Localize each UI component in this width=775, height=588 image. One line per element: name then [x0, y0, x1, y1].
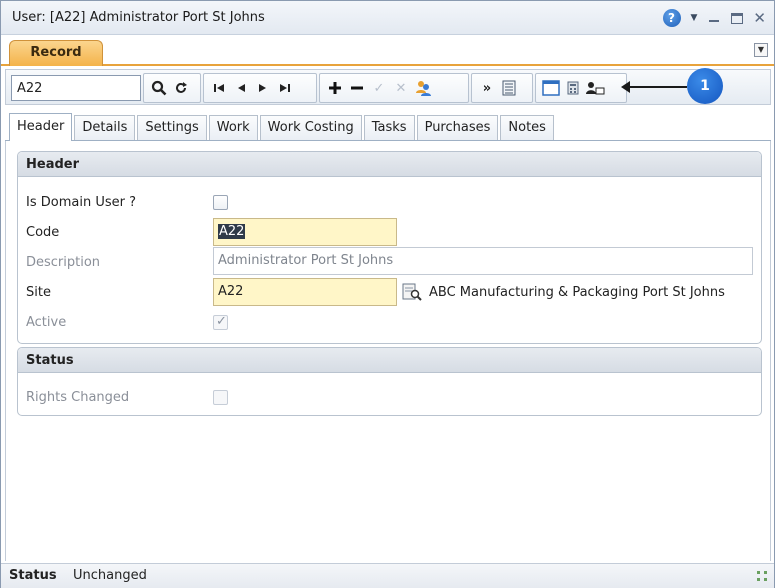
- add-icon[interactable]: [324, 76, 346, 100]
- active-check-icon: ✓: [216, 314, 227, 329]
- rights-changed-label: Rights Changed: [26, 390, 130, 405]
- tab-settings[interactable]: Settings: [137, 115, 207, 141]
- callout-badge: 1: [687, 68, 723, 104]
- rights-changed-checkbox[interactable]: [213, 390, 228, 405]
- tab-content: Header Is Domain User ? Code A22 Descrip…: [5, 141, 771, 561]
- last-record-icon[interactable]: [274, 76, 296, 100]
- site-description: ABC Manufacturing & Packaging Port St Jo…: [429, 285, 725, 300]
- is-domain-user-checkbox[interactable]: [213, 195, 228, 210]
- more-group: »: [471, 73, 533, 103]
- site-lookup-icon[interactable]: [402, 282, 422, 302]
- calculator-icon[interactable]: [562, 76, 584, 100]
- site-field[interactable]: A22: [213, 278, 397, 306]
- site-label: Site: [26, 285, 51, 300]
- cancel-icon[interactable]: ✕: [390, 76, 412, 100]
- status-bar-value: Unchanged: [73, 568, 147, 583]
- tab-purchases[interactable]: Purchases: [416, 115, 499, 141]
- record-code-input[interactable]: [11, 75, 141, 101]
- active-checkbox[interactable]: ✓: [213, 314, 228, 330]
- previous-record-icon[interactable]: [230, 76, 252, 100]
- code-value: A22: [218, 224, 246, 239]
- tab-details[interactable]: Details: [74, 115, 136, 141]
- more-icon[interactable]: »: [476, 76, 498, 100]
- record-tab[interactable]: Record: [9, 40, 103, 66]
- minimize-icon[interactable]: [707, 11, 721, 25]
- search-group: [143, 73, 201, 103]
- next-record-icon[interactable]: [252, 76, 274, 100]
- maximize-icon[interactable]: [731, 12, 744, 24]
- header-section-title: Header: [18, 152, 761, 177]
- search-icon[interactable]: [148, 76, 170, 100]
- title-bar: User: [A22] Administrator Port St Johns …: [1, 1, 774, 35]
- window-icon[interactable]: [540, 76, 562, 100]
- help-icon[interactable]: ?: [662, 9, 681, 27]
- record-tab-strip: Record ▼: [1, 35, 774, 66]
- callout-line: [625, 86, 687, 88]
- first-record-icon[interactable]: [208, 76, 230, 100]
- window-title: User: [A22] Administrator Port St Johns: [12, 10, 265, 25]
- status-bar-label: Status: [9, 568, 57, 583]
- navigation-group: [203, 73, 317, 103]
- tab-tasks[interactable]: Tasks: [363, 115, 415, 141]
- refresh-icon[interactable]: [170, 76, 192, 100]
- header-section: Header Is Domain User ? Code A22 Descrip…: [17, 151, 762, 344]
- description-label: Description: [26, 255, 101, 270]
- remove-icon[interactable]: [346, 76, 368, 100]
- status-bar: Status Unchanged: [1, 563, 774, 588]
- user-card-icon[interactable]: [584, 76, 606, 100]
- users-icon[interactable]: [412, 76, 434, 100]
- status-section-title: Status: [18, 348, 761, 373]
- form-view-icon[interactable]: [498, 76, 520, 100]
- close-icon[interactable]: ✕: [753, 11, 766, 26]
- resize-grip-icon[interactable]: [756, 570, 768, 582]
- is-domain-user-label: Is Domain User ?: [26, 195, 136, 210]
- edit-group: ✓ ✕: [319, 73, 469, 103]
- view-group: [535, 73, 627, 103]
- tab-header[interactable]: Header: [9, 113, 73, 141]
- form-tabs: Header Details Settings Work Work Costin…: [9, 113, 556, 141]
- save-icon[interactable]: ✓: [368, 76, 390, 100]
- active-label: Active: [26, 315, 67, 330]
- tab-work-costing[interactable]: Work Costing: [259, 115, 362, 141]
- strip-dropdown-icon[interactable]: ▼: [754, 43, 768, 57]
- window-controls: ? ▼ ✕: [662, 7, 766, 29]
- tab-work[interactable]: Work: [208, 115, 258, 141]
- description-field[interactable]: Administrator Port St Johns: [213, 247, 753, 275]
- help-dropdown-icon[interactable]: ▼: [691, 13, 698, 23]
- status-section: Status Rights Changed: [17, 347, 762, 416]
- code-field[interactable]: A22: [213, 218, 397, 246]
- code-label: Code: [26, 225, 60, 240]
- user-window: User: [A22] Administrator Port St Johns …: [0, 0, 775, 588]
- tab-notes[interactable]: Notes: [500, 115, 554, 141]
